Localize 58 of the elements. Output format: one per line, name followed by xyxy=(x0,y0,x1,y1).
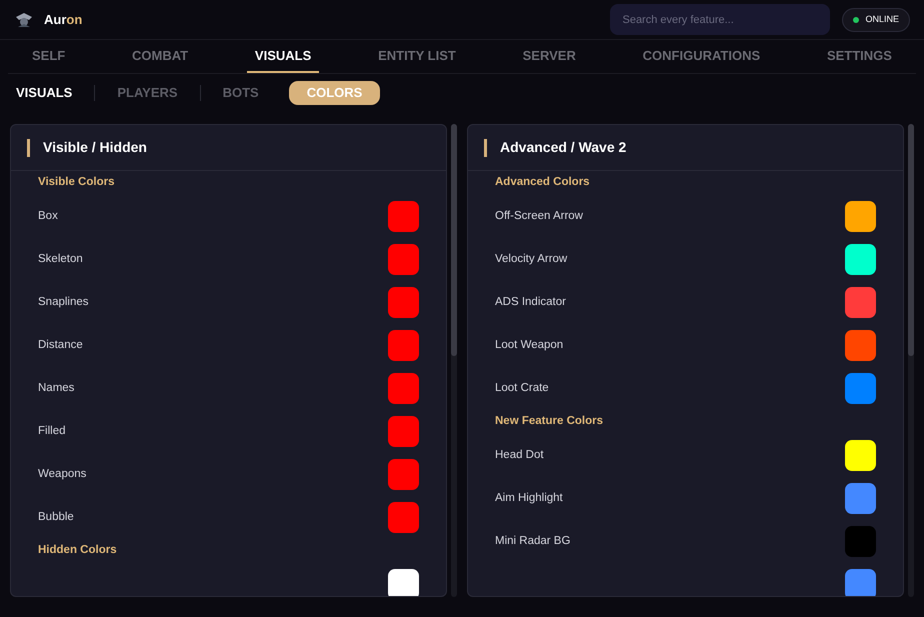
main-tab[interactable]: SERVER xyxy=(514,40,584,73)
scrollbar-track[interactable] xyxy=(908,124,914,597)
scrollbar-track[interactable] xyxy=(451,124,457,597)
section-heading: Hidden Colors xyxy=(38,543,117,558)
sub-tab[interactable]: VISUALS xyxy=(16,83,82,103)
color-swatch[interactable] xyxy=(845,526,876,557)
color-swatch[interactable] xyxy=(845,201,876,232)
scrollbar-thumb[interactable] xyxy=(451,124,457,356)
main-tab[interactable]: VISUALS xyxy=(246,40,320,73)
color-swatch[interactable] xyxy=(388,287,419,318)
color-label: Skeleton xyxy=(38,252,83,267)
brand-name: Auron xyxy=(44,10,82,29)
main-tab[interactable]: CONFIGURATIONS xyxy=(634,40,768,73)
color-label: Loot Crate xyxy=(495,380,549,396)
color-swatch[interactable] xyxy=(388,330,419,361)
section-heading: Visible Colors xyxy=(38,175,114,190)
color-label: Loot Weapon xyxy=(495,338,564,353)
color-label: Names xyxy=(38,380,74,396)
section-heading: Advanced Colors xyxy=(495,175,590,190)
color-swatch[interactable] xyxy=(388,502,419,533)
color-label: Distance xyxy=(38,338,83,353)
search-field[interactable]: Search every feature... xyxy=(610,4,830,35)
status-badge: ONLINE xyxy=(842,8,910,32)
main-tab[interactable]: COMBAT xyxy=(124,40,196,73)
color-swatch[interactable] xyxy=(388,459,419,490)
color-label: Bubble xyxy=(38,510,74,525)
color-swatch[interactable] xyxy=(388,373,419,404)
color-label: Head Dot xyxy=(495,448,544,463)
color-label: Aim Highlight xyxy=(495,490,563,506)
sub-tab[interactable]: COLORS xyxy=(288,81,380,105)
panel-title: Advanced / Wave 2 xyxy=(500,138,626,157)
color-label: Weapons xyxy=(38,466,86,482)
main-tab[interactable]: ENTITY LIST xyxy=(370,40,464,73)
color-swatch[interactable] xyxy=(845,569,876,596)
color-label: Mini Radar BG xyxy=(495,534,570,549)
color-label: Off-Screen Arrow xyxy=(495,208,583,224)
color-swatch[interactable] xyxy=(845,287,876,318)
color-swatch[interactable] xyxy=(845,483,876,514)
color-swatch[interactable] xyxy=(845,440,876,471)
color-swatch[interactable] xyxy=(388,569,419,596)
main-tab[interactable]: SELF xyxy=(24,40,74,73)
color-swatch[interactable] xyxy=(388,416,419,447)
sub-tab[interactable]: PLAYERS xyxy=(107,83,188,103)
color-label: Snaplines xyxy=(38,294,89,310)
color-label: Filled xyxy=(38,424,66,439)
color-label: Velocity Arrow xyxy=(495,252,568,267)
panel-title: Visible / Hidden xyxy=(43,138,147,157)
main-tab[interactable]: SETTINGS xyxy=(818,40,900,73)
color-label: ADS Indicator xyxy=(495,294,566,310)
color-swatch[interactable] xyxy=(388,244,419,275)
color-swatch[interactable] xyxy=(845,244,876,275)
sub-tab[interactable]: BOTS xyxy=(212,83,269,103)
scrollbar-thumb[interactable] xyxy=(908,124,914,356)
color-swatch[interactable] xyxy=(845,373,876,404)
color-label: Box xyxy=(38,208,58,224)
color-swatch[interactable] xyxy=(388,201,419,232)
section-heading: New Feature Colors xyxy=(495,414,603,430)
color-swatch[interactable] xyxy=(845,330,876,361)
